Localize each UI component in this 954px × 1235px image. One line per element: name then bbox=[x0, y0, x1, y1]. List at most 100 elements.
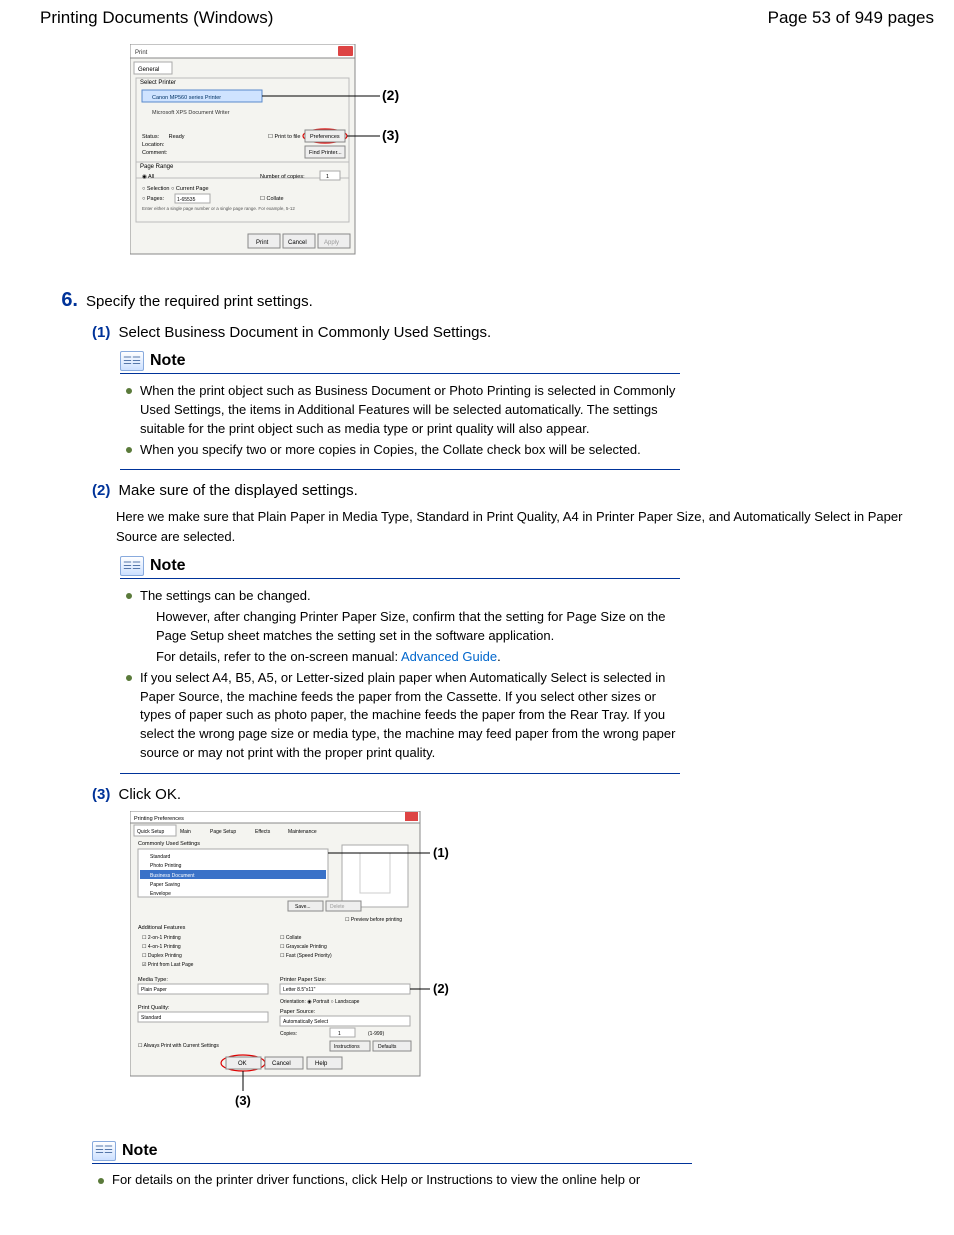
svg-text:☐ Grayscale Printing: ☐ Grayscale Printing bbox=[280, 944, 327, 950]
substep-number: (2) bbox=[92, 482, 110, 499]
substep-number: (1) bbox=[92, 324, 110, 341]
preferences-button: Preferences bbox=[303, 129, 347, 143]
note-item: For details on the printer driver functi… bbox=[112, 1172, 688, 1187]
substep-desc: Here we make sure that Plain Paper in Me… bbox=[116, 507, 904, 546]
svg-text:☐ Collate: ☐ Collate bbox=[280, 935, 302, 941]
svg-text:○ Pages:: ○ Pages: bbox=[142, 196, 164, 202]
note-icon: ☰☰ bbox=[120, 351, 144, 371]
svg-text:OK: OK bbox=[238, 1061, 247, 1067]
svg-text:Delete: Delete bbox=[330, 904, 345, 910]
note-title: Note bbox=[150, 352, 186, 370]
svg-text:Microsoft XPS Document Writer: Microsoft XPS Document Writer bbox=[152, 110, 230, 116]
note-box: ☰☰ Note When the print object such as Bu… bbox=[120, 351, 680, 470]
svg-text:Plain Paper: Plain Paper bbox=[141, 987, 167, 993]
svg-text:Defaults: Defaults bbox=[378, 1044, 397, 1050]
note-icon: ☰☰ bbox=[92, 1141, 116, 1161]
svg-text:☐ 2-on-1 Printing: ☐ 2-on-1 Printing bbox=[142, 935, 181, 941]
svg-text:Comment:: Comment: bbox=[142, 150, 168, 156]
ok-button-highlight: OK bbox=[221, 1055, 265, 1071]
svg-text:☐ Fast (Speed Priority): ☐ Fast (Speed Priority) bbox=[280, 953, 332, 959]
note-box: ☰☰ Note For details on the printer drive… bbox=[92, 1141, 692, 1187]
svg-text:Instructions: Instructions bbox=[334, 1044, 360, 1050]
svg-text:Media Type:: Media Type: bbox=[138, 977, 168, 983]
svg-text:General: General bbox=[138, 67, 159, 73]
svg-text:☐ Always Print with Current Se: ☐ Always Print with Current Settings bbox=[138, 1043, 219, 1049]
svg-text:Page Range: Page Range bbox=[140, 164, 174, 170]
note-item: For details, refer to the on-screen manu… bbox=[156, 649, 401, 664]
svg-text:(3): (3) bbox=[235, 1093, 251, 1108]
svg-text:Maintenance: Maintenance bbox=[288, 829, 317, 835]
note-item: However, after changing Printer Paper Si… bbox=[156, 608, 676, 646]
step-text: Specify the required print settings. bbox=[86, 293, 313, 310]
svg-text:Help: Help bbox=[315, 1061, 328, 1067]
svg-text:Enter either a single page num: Enter either a single page number or a s… bbox=[142, 206, 295, 211]
svg-text:☐ 4-on-1 Printing: ☐ 4-on-1 Printing bbox=[142, 944, 181, 950]
svg-text:Canon MP560 series Printer: Canon MP560 series Printer bbox=[152, 95, 221, 101]
svg-text:☐ Preview before printing: ☐ Preview before printing bbox=[345, 917, 402, 923]
svg-text:Cancel: Cancel bbox=[272, 1061, 291, 1067]
svg-text:Paper Saving: Paper Saving bbox=[150, 882, 180, 888]
note-title: Note bbox=[122, 1142, 158, 1160]
note-icon: ☰☰ bbox=[120, 556, 144, 576]
svg-text:Printer Paper Size:: Printer Paper Size: bbox=[280, 977, 327, 983]
svg-text:Automatically Select: Automatically Select bbox=[283, 1019, 329, 1025]
svg-text:1: 1 bbox=[338, 1031, 341, 1037]
svg-text:Number of copies:: Number of copies: bbox=[260, 174, 305, 180]
svg-text:Orientation: ◉ Portrait ○: Orientation: ◉ Portrait ○ Landscape bbox=[280, 999, 360, 1005]
svg-text:◉ All: ◉ All bbox=[142, 174, 154, 180]
advanced-guide-link[interactable]: Advanced Guide bbox=[401, 649, 497, 664]
svg-text:Print Quality:: Print Quality: bbox=[138, 1005, 170, 1011]
svg-text:Effects: Effects bbox=[255, 829, 271, 835]
substep-text: Make sure of the displayed settings. bbox=[119, 482, 358, 499]
note-item: When the print object such as Business D… bbox=[140, 382, 676, 439]
svg-text:Printing Preferences: Printing Preferences bbox=[134, 816, 184, 822]
svg-text:Main: Main bbox=[180, 829, 191, 835]
svg-text:Quick Setup: Quick Setup bbox=[137, 829, 164, 835]
note-title: Note bbox=[150, 557, 186, 575]
svg-text:☐ Collate: ☐ Collate bbox=[260, 195, 284, 202]
svg-text:1-65535: 1-65535 bbox=[177, 197, 196, 203]
svg-text:Letter 8.5"x11": Letter 8.5"x11" bbox=[283, 987, 316, 993]
svg-text:(1-999): (1-999) bbox=[368, 1031, 384, 1037]
step-number: 6. bbox=[54, 289, 78, 312]
svg-text:☑ Print from Last Page: ☑ Print from Last Page bbox=[142, 962, 194, 968]
svg-text:Print: Print bbox=[256, 240, 269, 246]
print-dialog-figure: Print General Select Printer Canon MP560… bbox=[130, 44, 904, 259]
svg-text:(1): (1) bbox=[433, 845, 449, 860]
svg-text:Paper Source:: Paper Source: bbox=[280, 1009, 316, 1015]
svg-text:Commonly Used Settings: Commonly Used Settings bbox=[138, 841, 200, 847]
svg-text:Cancel: Cancel bbox=[288, 240, 307, 246]
svg-text:Photo Printing: Photo Printing bbox=[150, 863, 182, 869]
svg-text:☐ Print to file: ☐ Print to file bbox=[268, 133, 300, 140]
svg-text:(3): (3) bbox=[382, 127, 399, 143]
svg-text:Copies:: Copies: bbox=[280, 1031, 297, 1037]
note-item: The settings can be changed. bbox=[140, 588, 311, 603]
svg-text:Envelope: Envelope bbox=[150, 891, 171, 897]
svg-text:Business Document: Business Document bbox=[150, 873, 195, 879]
substep-text: Click OK. bbox=[119, 786, 182, 803]
dlg1-title: Print bbox=[135, 50, 148, 56]
svg-text:Standard: Standard bbox=[150, 854, 171, 860]
page-indicator: Page 53 of 949 pages bbox=[768, 8, 934, 28]
svg-text:Apply: Apply bbox=[324, 240, 339, 246]
svg-text:(2): (2) bbox=[382, 87, 399, 103]
svg-text:Preferences: Preferences bbox=[310, 134, 340, 140]
svg-text:Page Setup: Page Setup bbox=[210, 829, 236, 835]
svg-text:Standard: Standard bbox=[141, 1015, 162, 1021]
svg-text:(2): (2) bbox=[433, 981, 449, 996]
svg-text:Save...: Save... bbox=[295, 904, 311, 910]
substep-text: Select Business Document in Commonly Use… bbox=[119, 324, 492, 341]
note-box: ☰☰ Note The settings can be changed. How… bbox=[120, 556, 680, 774]
substep-number: (3) bbox=[92, 786, 110, 803]
svg-text:Select Printer: Select Printer bbox=[140, 80, 176, 86]
svg-text:1: 1 bbox=[326, 174, 329, 180]
svg-text:○ Selection ○ Current Page: ○ Selection ○ Current Page bbox=[142, 186, 209, 192]
svg-text:Location:: Location: bbox=[142, 142, 165, 148]
page-title: Printing Documents (Windows) bbox=[40, 8, 273, 28]
svg-text:Additional Features: Additional Features bbox=[138, 925, 186, 931]
note-item: When you specify two or more copies in C… bbox=[140, 441, 676, 460]
svg-text:☐ Duplex Printing: ☐ Duplex Printing bbox=[142, 953, 182, 959]
svg-text:Find Printer...: Find Printer... bbox=[309, 150, 342, 156]
note-item: If you select A4, B5, A5, or Letter-size… bbox=[140, 669, 676, 763]
preferences-dialog-figure: Printing Preferences Quick Setup Main Pa… bbox=[130, 811, 904, 1111]
